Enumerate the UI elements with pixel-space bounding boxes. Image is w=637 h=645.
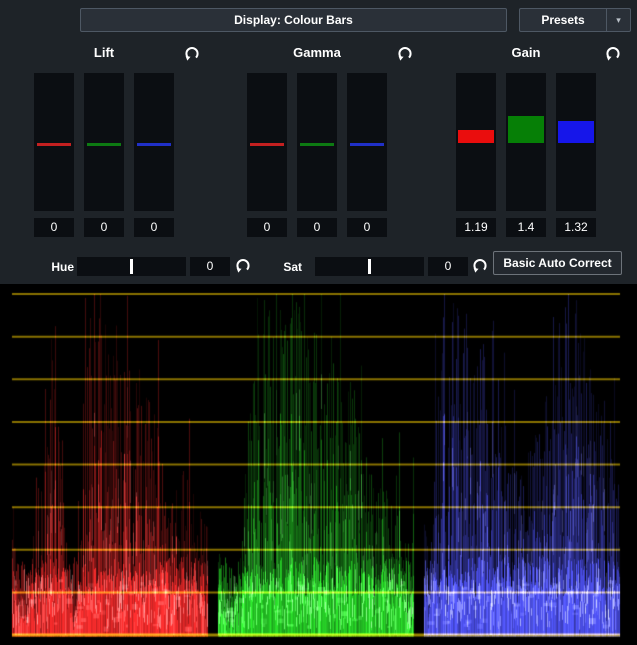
display-button[interactable]: Display: Colour Bars bbox=[80, 8, 507, 32]
gain-green-handle[interactable] bbox=[508, 116, 544, 143]
gain-blue-slider[interactable] bbox=[556, 73, 596, 211]
controls-panel: Display: Colour Bars Presets ▾ Lift 0 0 … bbox=[0, 0, 637, 284]
gamma-green-value[interactable]: 0 bbox=[297, 218, 337, 237]
chevron-down-icon[interactable]: ▾ bbox=[606, 9, 630, 31]
lift-blue-slider[interactable] bbox=[134, 73, 174, 211]
rgb-parade-scope bbox=[0, 284, 637, 645]
hue-label: Hue bbox=[30, 258, 74, 276]
hue-value[interactable]: 0 bbox=[190, 257, 230, 276]
lift-reset-icon[interactable] bbox=[183, 45, 201, 63]
sat-label: Sat bbox=[262, 258, 302, 276]
sat-value[interactable]: 0 bbox=[428, 257, 468, 276]
gain-blue-value[interactable]: 1.32 bbox=[556, 218, 596, 237]
lift-blue-value[interactable]: 0 bbox=[134, 218, 174, 237]
gain-red-value[interactable]: 1.19 bbox=[456, 218, 496, 237]
gamma-green-slider[interactable] bbox=[297, 73, 337, 211]
gain-red-handle[interactable] bbox=[458, 130, 494, 143]
gamma-blue-slider[interactable] bbox=[347, 73, 387, 211]
lift-red-slider[interactable] bbox=[34, 73, 74, 211]
gamma-blue-handle[interactable] bbox=[350, 143, 384, 146]
lift-green-slider[interactable] bbox=[84, 73, 124, 211]
gain-green-slider[interactable] bbox=[506, 73, 546, 211]
lift-green-value[interactable]: 0 bbox=[84, 218, 124, 237]
gamma-reset-icon[interactable] bbox=[396, 45, 414, 63]
lift-blue-handle[interactable] bbox=[137, 143, 171, 146]
gain-green-value[interactable]: 1.4 bbox=[506, 218, 546, 237]
gamma-title: Gamma bbox=[247, 45, 387, 60]
hue-reset-icon[interactable] bbox=[234, 257, 252, 275]
gamma-red-slider[interactable] bbox=[247, 73, 287, 211]
sat-reset-icon[interactable] bbox=[471, 257, 489, 275]
gamma-red-handle[interactable] bbox=[250, 143, 284, 146]
gamma-red-value[interactable]: 0 bbox=[247, 218, 287, 237]
sat-slider-tick bbox=[368, 259, 371, 274]
gain-blue-handle[interactable] bbox=[558, 121, 594, 143]
lift-green-handle[interactable] bbox=[87, 143, 121, 146]
colour-correction-panel: Display: Colour Bars Presets ▾ Lift 0 0 … bbox=[0, 0, 637, 645]
gain-reset-icon[interactable] bbox=[604, 45, 622, 63]
lift-red-value[interactable]: 0 bbox=[34, 218, 74, 237]
gamma-blue-value[interactable]: 0 bbox=[347, 218, 387, 237]
presets-label: Presets bbox=[520, 9, 606, 31]
basic-auto-correct-button[interactable]: Basic Auto Correct bbox=[493, 251, 622, 275]
gamma-green-handle[interactable] bbox=[300, 143, 334, 146]
hue-slider[interactable] bbox=[77, 257, 186, 276]
gain-title: Gain bbox=[456, 45, 596, 60]
hue-slider-tick bbox=[130, 259, 133, 274]
gain-red-slider[interactable] bbox=[456, 73, 496, 211]
lift-title: Lift bbox=[34, 45, 174, 60]
presets-button[interactable]: Presets ▾ bbox=[519, 8, 631, 32]
sat-slider[interactable] bbox=[315, 257, 424, 276]
lift-red-handle[interactable] bbox=[37, 143, 71, 146]
